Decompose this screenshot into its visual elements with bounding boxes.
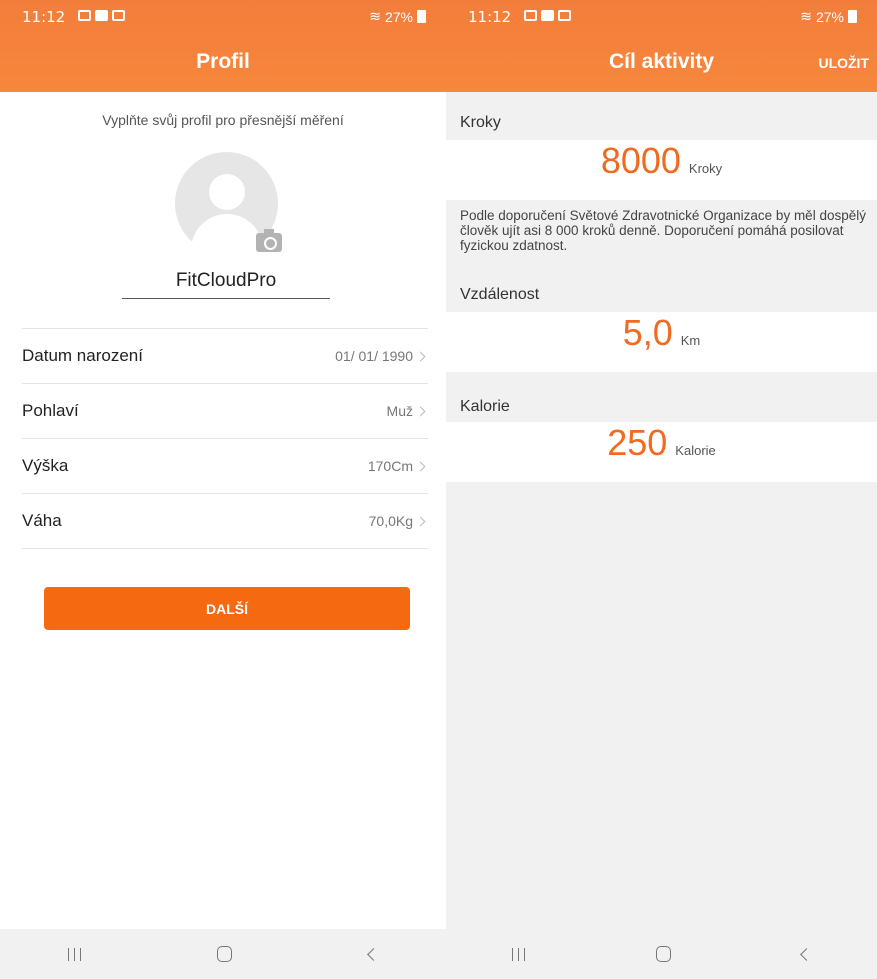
gallery-icon	[524, 10, 537, 21]
status-right: ≋ 27%	[369, 8, 426, 25]
notification-icons	[524, 10, 571, 21]
check-icon	[558, 10, 571, 21]
steps-value: 8000	[600, 140, 681, 181]
row-height[interactable]: Výška 170Cm	[22, 439, 428, 494]
profile-header: 11:12 ≋ 27% Profil	[0, 0, 446, 92]
calories-unit: Kalorie	[675, 443, 716, 458]
calories-goal[interactable]: 250 Kalorie	[446, 422, 877, 482]
chevron-right-icon	[415, 516, 426, 526]
distance-label: Vzdálenost	[460, 286, 540, 303]
system-nav-bar	[446, 929, 877, 979]
status-time: 11:12	[468, 8, 512, 26]
battery-icon	[848, 10, 857, 23]
row-value: 70,0Kg	[369, 513, 428, 529]
page-title: Profil	[196, 50, 250, 73]
row-value: Muž	[387, 403, 428, 419]
steps-unit: Kroky	[688, 161, 723, 176]
wifi-icon: ≋	[369, 8, 381, 24]
camera-icon[interactable]	[256, 229, 282, 252]
distance-goal[interactable]: 5,0 Km	[446, 312, 877, 372]
home-icon[interactable]	[655, 946, 671, 962]
row-label: Váha	[22, 511, 62, 530]
calories-label: Kalorie	[460, 398, 510, 415]
wifi-icon: ≋	[800, 8, 812, 24]
row-weight[interactable]: Váha 70,0Kg	[22, 494, 428, 549]
avatar-body	[191, 214, 263, 255]
chevron-right-icon	[415, 351, 426, 361]
row-birthdate[interactable]: Datum narození 01/ 01/ 1990	[22, 329, 428, 384]
row-value: 170Cm	[368, 458, 428, 474]
steps-label: Kroky	[460, 114, 501, 131]
home-icon[interactable]	[217, 946, 233, 962]
calories-value: 250	[607, 422, 668, 463]
distance-value: 5,0	[622, 312, 673, 353]
battery-icon	[417, 10, 426, 23]
height-value: 170Cm	[367, 458, 413, 474]
row-label: Pohlaví	[22, 401, 79, 420]
recent-apps-icon[interactable]	[68, 947, 82, 961]
weight-value: 70,0Kg	[368, 513, 413, 529]
chevron-right-icon	[415, 461, 426, 471]
username-input[interactable]: FitCloudPro	[122, 270, 330, 299]
battery-level: 27%	[815, 8, 844, 25]
profile-rows: Datum narození 01/ 01/ 1990 Pohlaví Muž …	[22, 328, 428, 549]
row-gender[interactable]: Pohlaví Muž	[22, 384, 428, 439]
recent-apps-icon[interactable]	[511, 947, 525, 961]
profile-hint: Vyplňte svůj profil pro přesnější měření	[102, 112, 344, 128]
row-label: Datum narození	[22, 346, 143, 365]
save-button[interactable]: ULOŽIT	[818, 55, 869, 71]
next-button[interactable]: DALŠÍ	[44, 587, 410, 630]
activity-goal-screen: 11:12 ≋ 27% Cíl aktivity ULOŽIT Kroky 80…	[446, 0, 877, 979]
check-icon	[112, 10, 125, 21]
youtube-icon	[541, 10, 554, 21]
profile-screen: 11:12 ≋ 27% Profil Vyplňte svůj profil p…	[0, 0, 446, 979]
gender-value: Muž	[386, 403, 413, 419]
status-time: 11:12	[22, 8, 66, 26]
steps-description: Podle doporučení Světové Zdravotnické Or…	[460, 208, 866, 253]
gallery-icon	[78, 10, 91, 21]
distance-unit: Km	[680, 333, 701, 348]
system-nav-bar	[0, 929, 446, 979]
row-value: 01/ 01/ 1990	[335, 348, 428, 364]
activity-header: 11:12 ≋ 27% Cíl aktivity ULOŽIT	[446, 0, 877, 92]
status-right: ≋ 27%	[800, 8, 857, 25]
page-title: Cíl aktivity	[608, 50, 715, 73]
back-icon[interactable]	[800, 947, 814, 961]
avatar-head	[209, 174, 245, 210]
back-icon[interactable]	[366, 947, 380, 961]
row-label: Výška	[22, 456, 69, 475]
notification-icons	[78, 10, 125, 21]
youtube-icon	[95, 10, 108, 21]
battery-level: 27%	[384, 8, 413, 25]
chevron-right-icon	[415, 406, 426, 416]
birthdate-value: 01/ 01/ 1990	[335, 348, 413, 364]
status-bar: 11:12 ≋ 27%	[446, 0, 877, 32]
status-bar: 11:12 ≋ 27%	[0, 0, 446, 32]
steps-goal[interactable]: 8000 Kroky	[446, 140, 877, 200]
